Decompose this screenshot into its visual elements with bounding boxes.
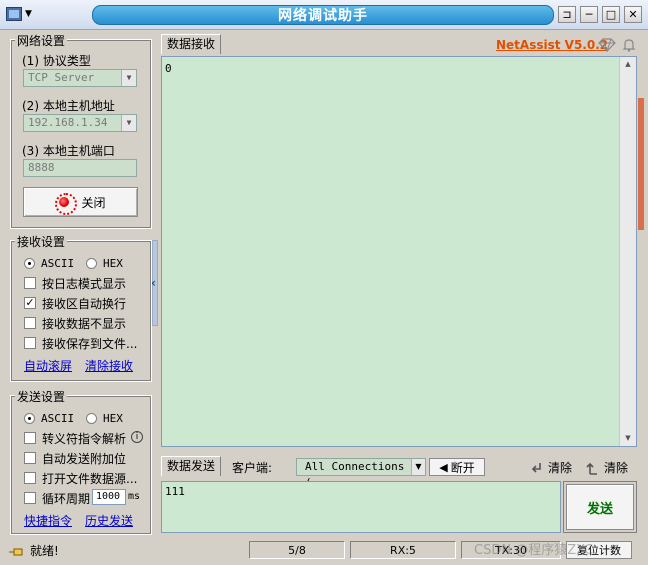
send-hex-label: HEX bbox=[103, 411, 123, 425]
send-option-label: 打开文件数据源... bbox=[42, 471, 138, 486]
chevron-down-icon: ▼ bbox=[121, 70, 136, 86]
checkbox-checked-icon: ✓ bbox=[24, 296, 36, 309]
receive-scrollbar[interactable]: ▲ ▼ bbox=[619, 57, 636, 446]
tab-data-send[interactable]: 数据发送 bbox=[161, 456, 222, 476]
scroll-up-icon[interactable]: ▲ bbox=[620, 57, 636, 72]
app-icon bbox=[6, 7, 22, 21]
protocol-value: TCP Server bbox=[28, 71, 95, 84]
clear-send-label-2: 清除 bbox=[604, 461, 629, 475]
diamond-icon[interactable] bbox=[598, 38, 616, 53]
auto-scroll-link[interactable]: 自动滚屏 bbox=[24, 357, 72, 374]
status-counter: 5/8 bbox=[249, 541, 345, 559]
clear-receive-link[interactable]: 清除接收 bbox=[85, 357, 133, 374]
watermark: CSDN @程序猿ZXC bbox=[474, 543, 594, 558]
info-icon[interactable]: i bbox=[131, 431, 143, 443]
send-option-auto-append[interactable]: 自动发送附加位 bbox=[24, 449, 126, 467]
receive-option-label: 按日志模式显示 bbox=[42, 276, 127, 291]
status-ready-text: 就绪! bbox=[30, 544, 59, 558]
protocol-label: (1) 协议类型 bbox=[22, 54, 91, 68]
close-button[interactable]: ✕ bbox=[624, 6, 642, 23]
receive-ascii-radio[interactable]: ASCII bbox=[24, 254, 74, 272]
clear-send-button-2[interactable]: 清除 bbox=[586, 459, 628, 476]
checkbox-icon bbox=[24, 317, 36, 329]
port-label: (3) 本地主机端口 bbox=[22, 144, 115, 158]
disconnect-button[interactable]: ◀ 断开 bbox=[429, 458, 485, 476]
pin-button[interactable]: ⊐ bbox=[558, 6, 576, 23]
checkbox-icon bbox=[24, 432, 36, 444]
send-option-file-source[interactable]: 打开文件数据源... bbox=[24, 469, 137, 487]
send-option-loop-period[interactable]: 循环周期 bbox=[24, 489, 90, 507]
client-select[interactable]: All Connections ( ▼ bbox=[296, 458, 426, 489]
status-ready: 就绪! bbox=[8, 542, 59, 559]
receive-textarea[interactable]: 0 bbox=[161, 56, 637, 447]
client-value: All Connections ( bbox=[305, 460, 405, 489]
port-input[interactable]: 8888 bbox=[23, 159, 137, 177]
receive-option-hide-data[interactable]: 接收数据不显示 bbox=[24, 314, 126, 332]
protocol-select[interactable]: TCP Server ▼ bbox=[23, 69, 137, 87]
send-button-frame: 发送 bbox=[563, 481, 637, 533]
radio-icon bbox=[86, 257, 97, 269]
clear-send-button-1[interactable]: 清除 bbox=[530, 459, 572, 476]
chevron-down-icon: ▼ bbox=[25, 9, 32, 19]
client-label: 客户端: bbox=[232, 461, 273, 475]
receive-option-save-file[interactable]: 接收保存到文件... bbox=[24, 334, 137, 352]
clear-arrow-up-icon bbox=[586, 462, 597, 475]
host-select[interactable]: 192.168.1.34 ▼ bbox=[23, 114, 137, 132]
receive-hex-label: HEX bbox=[103, 256, 123, 270]
receive-option-auto-wrap[interactable]: ✓ 接收区自动换行 bbox=[24, 294, 126, 312]
receive-settings-title: 接收设置 bbox=[15, 233, 68, 250]
period-unit: ms bbox=[128, 491, 141, 502]
radio-selected-icon bbox=[24, 412, 35, 424]
send-hex-radio[interactable]: HEX bbox=[86, 409, 123, 427]
close-connection-button[interactable]: 关闭 bbox=[23, 187, 138, 217]
bell-icon[interactable] bbox=[621, 37, 637, 53]
status-rx: RX:5 bbox=[350, 541, 456, 559]
tab-data-receive[interactable]: 数据接收 bbox=[161, 34, 222, 54]
receive-hex-radio[interactable]: HEX bbox=[86, 254, 123, 272]
chevron-down-icon: ▼ bbox=[121, 115, 136, 131]
receive-option-label: 接收区自动换行 bbox=[42, 296, 127, 311]
chevron-down-icon: ▼ bbox=[410, 459, 425, 475]
radio-selected-icon bbox=[24, 257, 35, 269]
arrow-left-icon: ◀ bbox=[439, 460, 448, 474]
window-title: 网络调试助手 bbox=[92, 5, 554, 25]
side-splitter-handle[interactable] bbox=[638, 98, 644, 230]
period-input[interactable]: 1000 bbox=[92, 489, 126, 505]
send-option-label: 转义符指令解析 bbox=[42, 431, 127, 446]
disconnect-label: 断开 bbox=[450, 460, 475, 475]
scroll-down-icon[interactable]: ▼ bbox=[620, 431, 636, 446]
network-settings-title: 网络设置 bbox=[15, 32, 68, 49]
send-ascii-label: ASCII bbox=[41, 411, 75, 425]
close-connection-label: 关闭 bbox=[81, 195, 106, 210]
clear-send-label-1: 清除 bbox=[548, 461, 573, 475]
send-textarea[interactable]: 111 bbox=[161, 481, 561, 533]
receive-option-label: 接收保存到文件... bbox=[42, 336, 138, 351]
status-light-icon bbox=[55, 193, 78, 215]
brand-link[interactable]: NetAssist V5.0.2 bbox=[496, 38, 608, 52]
radio-icon bbox=[86, 412, 97, 424]
send-button[interactable]: 发送 bbox=[566, 484, 634, 530]
checkbox-icon bbox=[24, 452, 36, 464]
system-menu[interactable]: ▼ bbox=[4, 4, 46, 24]
checkbox-icon bbox=[24, 492, 36, 504]
maximize-button[interactable]: □ bbox=[602, 6, 620, 23]
shortcut-link[interactable]: 快捷指令 bbox=[24, 512, 72, 529]
receive-ascii-label: ASCII bbox=[41, 256, 75, 270]
send-option-label: 自动发送附加位 bbox=[42, 451, 127, 466]
minimize-button[interactable]: ─ bbox=[580, 6, 598, 23]
send-ascii-radio[interactable]: ASCII bbox=[24, 409, 74, 427]
checkbox-icon bbox=[24, 337, 36, 349]
send-settings-title: 发送设置 bbox=[15, 388, 68, 405]
send-option-label: 循环周期 bbox=[42, 491, 91, 506]
receive-option-label: 接收数据不显示 bbox=[42, 316, 127, 331]
checkbox-icon bbox=[24, 277, 36, 289]
host-value: 192.168.1.34 bbox=[28, 116, 108, 129]
checkbox-icon bbox=[24, 472, 36, 484]
clear-arrow-icon bbox=[531, 462, 541, 473]
hand-pointer-icon bbox=[9, 548, 23, 555]
host-label: (2) 本地主机地址 bbox=[22, 99, 115, 113]
send-option-escape-parse[interactable]: 转义符指令解析 bbox=[24, 429, 126, 447]
receive-option-log-mode[interactable]: 按日志模式显示 bbox=[24, 274, 126, 292]
history-link[interactable]: 历史发送 bbox=[85, 512, 133, 529]
